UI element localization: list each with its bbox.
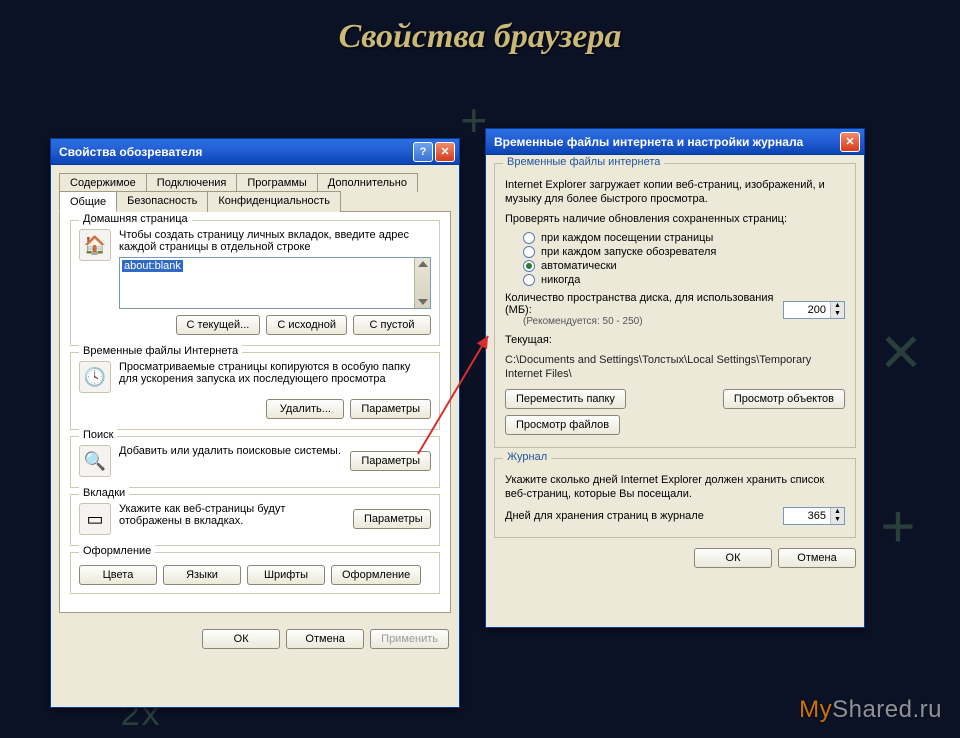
tab-connections[interactable]: Подключения xyxy=(146,173,238,192)
cancel-button[interactable]: Отмена xyxy=(286,629,364,649)
disk-space-label: Количество пространства диска, для испол… xyxy=(505,292,777,316)
move-folder-button[interactable]: Переместить папку xyxy=(505,389,626,409)
tab-row-lower: Общие Безопасность Конфиденциальность xyxy=(59,191,451,212)
tif-legend: Временные файлы интернета xyxy=(503,156,664,168)
disk-space-spinner[interactable]: ▲▼ xyxy=(783,301,845,319)
history-days-input[interactable] xyxy=(784,508,830,524)
tempfiles-legend: Временные файлы Интернета xyxy=(79,345,242,357)
spinner-buttons-icon[interactable]: ▲▼ xyxy=(830,302,844,318)
appearance-legend: Оформление xyxy=(79,545,155,557)
close-button[interactable]: ✕ xyxy=(435,142,455,162)
home-icon: 🏠 xyxy=(79,229,111,261)
languages-button[interactable]: Языки xyxy=(163,565,241,585)
current-folder-label: Текущая: xyxy=(505,333,845,347)
search-legend: Поиск xyxy=(79,429,117,441)
internet-options-dialog: Свойства обозревателя ? ✕ Содержимое Под… xyxy=(50,138,460,708)
tab-content[interactable]: Содержимое xyxy=(59,173,147,192)
use-current-button[interactable]: С текущей... xyxy=(176,315,261,335)
tab-programs[interactable]: Программы xyxy=(236,173,317,192)
homepage-urls-input[interactable]: about:blank xyxy=(119,257,431,309)
ok-button[interactable]: ОК xyxy=(202,629,280,649)
tif-fieldset: Временные файлы интернета Internet Explo… xyxy=(494,163,856,448)
tempfiles-settings-title: Временные файлы интернета и настройки жу… xyxy=(494,135,803,149)
internet-options-titlebar[interactable]: Свойства обозревателя ? ✕ xyxy=(51,139,459,165)
tab-advanced[interactable]: Дополнительно xyxy=(317,173,418,192)
fonts-button[interactable]: Шрифты xyxy=(247,565,325,585)
radio-every-visit-label: при каждом посещении страницы xyxy=(541,232,713,244)
radio-automatic-label: автоматически xyxy=(541,260,617,272)
ok-button[interactable]: ОК xyxy=(694,548,772,568)
history-days-label: Дней для хранения страниц в журнале xyxy=(505,510,775,522)
radio-never-label: никогда xyxy=(541,274,580,286)
history-fieldset: Журнал Укажите сколько дней Internet Exp… xyxy=(494,458,856,538)
scrollbar-icon[interactable] xyxy=(414,258,430,308)
homepage-legend: Домашняя страница xyxy=(79,213,192,225)
appearance-group: Оформление Цвета Языки Шрифты Оформление xyxy=(70,552,440,594)
slide-title: Свойства браузера xyxy=(0,18,960,56)
accessibility-button[interactable]: Оформление xyxy=(331,565,421,585)
use-default-button[interactable]: С исходной xyxy=(266,315,347,335)
disk-space-input[interactable] xyxy=(784,302,830,318)
tabs-icon: ▭ xyxy=(79,503,111,535)
radio-every-visit[interactable] xyxy=(523,232,535,244)
use-blank-button[interactable]: С пустой xyxy=(353,315,431,335)
homepage-group: Домашняя страница 🏠 Чтобы создать страни… xyxy=(70,220,440,346)
help-button[interactable]: ? xyxy=(413,142,433,162)
internet-options-title: Свойства обозревателя xyxy=(59,145,202,159)
search-desc: Добавить или удалить поисковые системы. xyxy=(119,445,342,477)
magnifier-icon: 🔍 xyxy=(79,445,111,477)
search-settings-button[interactable]: Параметры xyxy=(350,451,431,471)
tabs-legend: Вкладки xyxy=(79,487,129,499)
clock-arrow-icon: 🕓 xyxy=(79,361,111,393)
view-objects-button[interactable]: Просмотр объектов xyxy=(723,389,845,409)
close-button[interactable]: ✕ xyxy=(840,132,860,152)
history-legend: Журнал xyxy=(503,451,551,463)
tabs-settings-button[interactable]: Параметры xyxy=(353,509,431,529)
tab-privacy[interactable]: Конфиденциальность xyxy=(207,191,341,212)
radio-every-start-label: при каждом запуске обозревателя xyxy=(541,246,716,258)
tempfiles-settings-dialog: Временные файлы интернета и настройки жу… xyxy=(485,128,865,628)
history-days-spinner[interactable]: ▲▼ xyxy=(783,507,845,525)
view-files-button[interactable]: Просмотр файлов xyxy=(505,415,620,435)
apply-button[interactable]: Применить xyxy=(370,629,449,649)
radio-every-start[interactable] xyxy=(523,246,535,258)
tabs-group: Вкладки ▭ Укажите как веб-страницы будут… xyxy=(70,494,440,546)
disk-space-hint: (Рекомендуется: 50 - 250) xyxy=(523,316,777,327)
tabs-desc: Укажите как веб-страницы будут отображен… xyxy=(119,503,345,535)
delete-files-button[interactable]: Удалить... xyxy=(266,399,344,419)
tif-check-label: Проверять наличие обновления сохраненных… xyxy=(505,212,845,226)
search-group: Поиск 🔍 Добавить или удалить поисковые с… xyxy=(70,436,440,488)
homepage-desc: Чтобы создать страницу личных вкладок, в… xyxy=(119,229,431,253)
tab-row-upper: Содержимое Подключения Программы Дополни… xyxy=(59,173,451,192)
colors-button[interactable]: Цвета xyxy=(79,565,157,585)
homepage-url-value: about:blank xyxy=(122,260,183,272)
tempfiles-group: Временные файлы Интернета 🕓 Просматривае… xyxy=(70,352,440,430)
spinner-buttons-icon[interactable]: ▲▼ xyxy=(830,508,844,524)
tempfiles-desc: Просматриваемые страницы копируются в ос… xyxy=(119,361,431,393)
tab-general[interactable]: Общие xyxy=(59,191,117,212)
tempfiles-settings-titlebar[interactable]: Временные файлы интернета и настройки жу… xyxy=(486,129,864,155)
radio-automatic[interactable] xyxy=(523,260,535,272)
tempfiles-settings-button[interactable]: Параметры xyxy=(350,399,431,419)
general-tab-panel: Домашняя страница 🏠 Чтобы создать страни… xyxy=(59,211,451,613)
history-desc: Укажите сколько дней Internet Explorer д… xyxy=(505,473,845,501)
cancel-button[interactable]: Отмена xyxy=(778,548,856,568)
current-folder-path: C:\Documents and Settings\Толстых\Local … xyxy=(505,353,845,381)
check-frequency-radios: при каждом посещении страницы при каждом… xyxy=(523,232,845,286)
tab-security[interactable]: Безопасность xyxy=(116,191,208,212)
tif-line1: Internet Explorer загружает копии веб-ст… xyxy=(505,178,845,206)
radio-never[interactable] xyxy=(523,274,535,286)
